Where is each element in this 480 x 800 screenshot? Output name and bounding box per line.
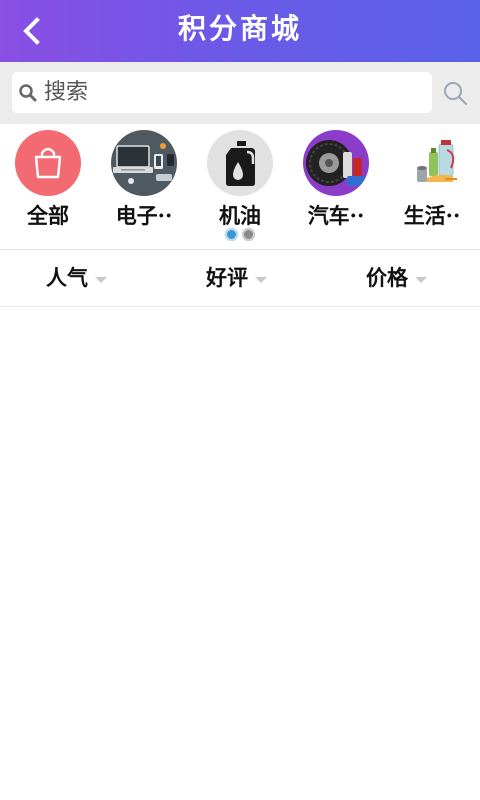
daily-goods-icon [399,130,465,196]
category-label: 机油 [219,203,261,228]
sort-label: 价格 [366,265,408,290]
caret-down-icon [255,276,267,283]
product-list [0,308,480,800]
category-label: 汽车·· [307,203,365,228]
header-bar: 积分商城 [0,0,480,62]
category-item-daily-life[interactable]: 生活·· [384,130,480,230]
sort-bar: 人气 好评 价格 [0,251,480,307]
sort-rating-button[interactable]: 好评 [206,251,267,307]
category-label: 电子·· [115,203,173,228]
category-item-engine-oil[interactable]: 机油 [192,130,288,230]
sort-label: 好评 [206,265,248,290]
search-bar [0,62,480,124]
search-icon [19,84,37,102]
search-box[interactable] [12,72,432,113]
electronics-icon [111,130,177,196]
pager-dot[interactable] [242,228,255,241]
sort-popularity-button[interactable]: 人气 [46,251,107,307]
category-item-car-parts[interactable]: 汽车·· [288,130,384,230]
category-label: 生活·· [403,203,461,228]
category-carousel: 全部 电子·· 机油 汽车·· 生活·· [0,124,480,250]
caret-down-icon [415,276,427,283]
search-input[interactable] [42,72,422,113]
category-item-electronics[interactable]: 电子·· [96,130,192,230]
shopping-bag-icon [15,130,81,196]
sort-label: 人气 [46,265,88,290]
sort-price-button[interactable]: 价格 [366,251,427,307]
page-title: 积分商城 [177,12,302,45]
pager-dot-active[interactable] [225,228,238,241]
category-item-all[interactable]: 全部 [0,130,96,230]
search-button-icon[interactable] [442,80,468,106]
caret-down-icon [95,276,107,283]
category-label: 全部 [27,203,69,228]
engine-oil-icon [207,130,273,196]
car-tire-icon [303,130,369,196]
